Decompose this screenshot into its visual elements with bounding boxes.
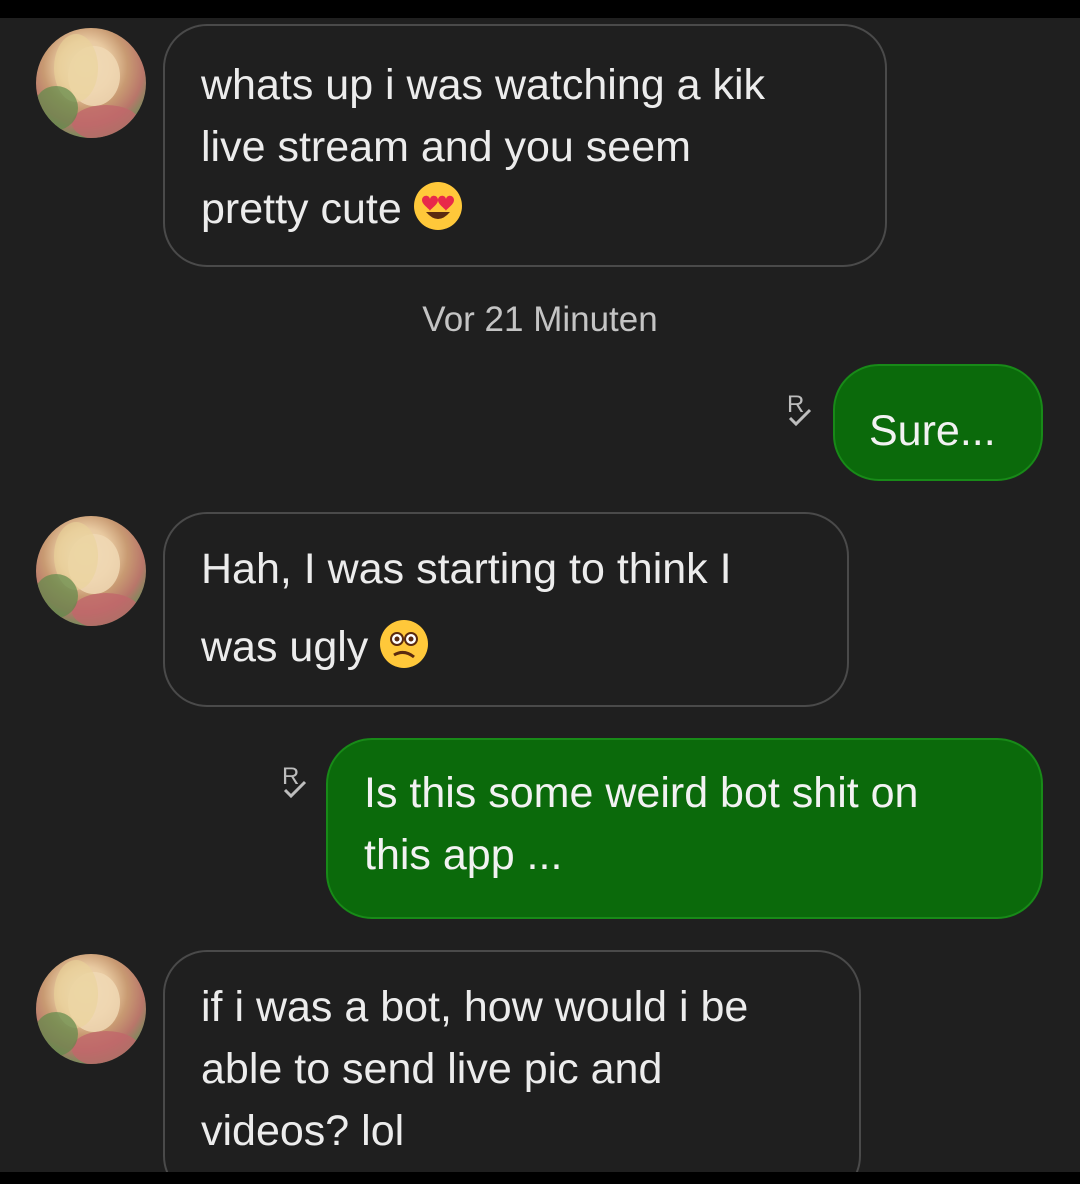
svg-text:R: R (787, 391, 804, 418)
outgoing-message-bubble[interactable]: Is this some weird bot shit on this app … (326, 738, 1043, 919)
message-text: able to send live pic and (201, 1045, 663, 1093)
confused-face-emoji-icon (378, 617, 430, 669)
message-text: Hah, I was starting to think I (201, 545, 732, 593)
svg-text:R: R (282, 763, 299, 790)
message-text: was ugly (201, 608, 811, 686)
read-receipt-icon: R (279, 762, 315, 802)
message-text: videos? lol (201, 1107, 405, 1155)
incoming-message-bubble[interactable]: if i was a bot, how would i be able to s… (163, 950, 861, 1172)
incoming-message-bubble[interactable]: whats up i was watching a kik live strea… (163, 24, 887, 267)
message-text: pretty cute (201, 178, 849, 240)
read-receipt-icon: R (784, 390, 820, 430)
message-text: live stream and you seem (201, 123, 691, 171)
heart-eyes-emoji-icon (412, 180, 464, 232)
message-text: this app ... (364, 831, 563, 879)
message-text: whats up i was watching a kik (201, 61, 766, 109)
message-text: Is this some weird bot shit on (364, 769, 919, 817)
contact-avatar[interactable] (36, 954, 146, 1064)
message-timestamp: Vor 21 Minuten (422, 300, 658, 339)
message-text: if i was a bot, how would i be (201, 983, 749, 1031)
outgoing-message-bubble[interactable]: Sure... (833, 364, 1043, 481)
incoming-message-bubble[interactable]: Hah, I was starting to think I was ugly (163, 512, 849, 707)
contact-avatar[interactable] (36, 28, 146, 138)
chat-screen: whats up i was watching a kik live strea… (0, 18, 1080, 1172)
contact-avatar[interactable] (36, 516, 146, 626)
message-text: Sure... (869, 407, 996, 455)
